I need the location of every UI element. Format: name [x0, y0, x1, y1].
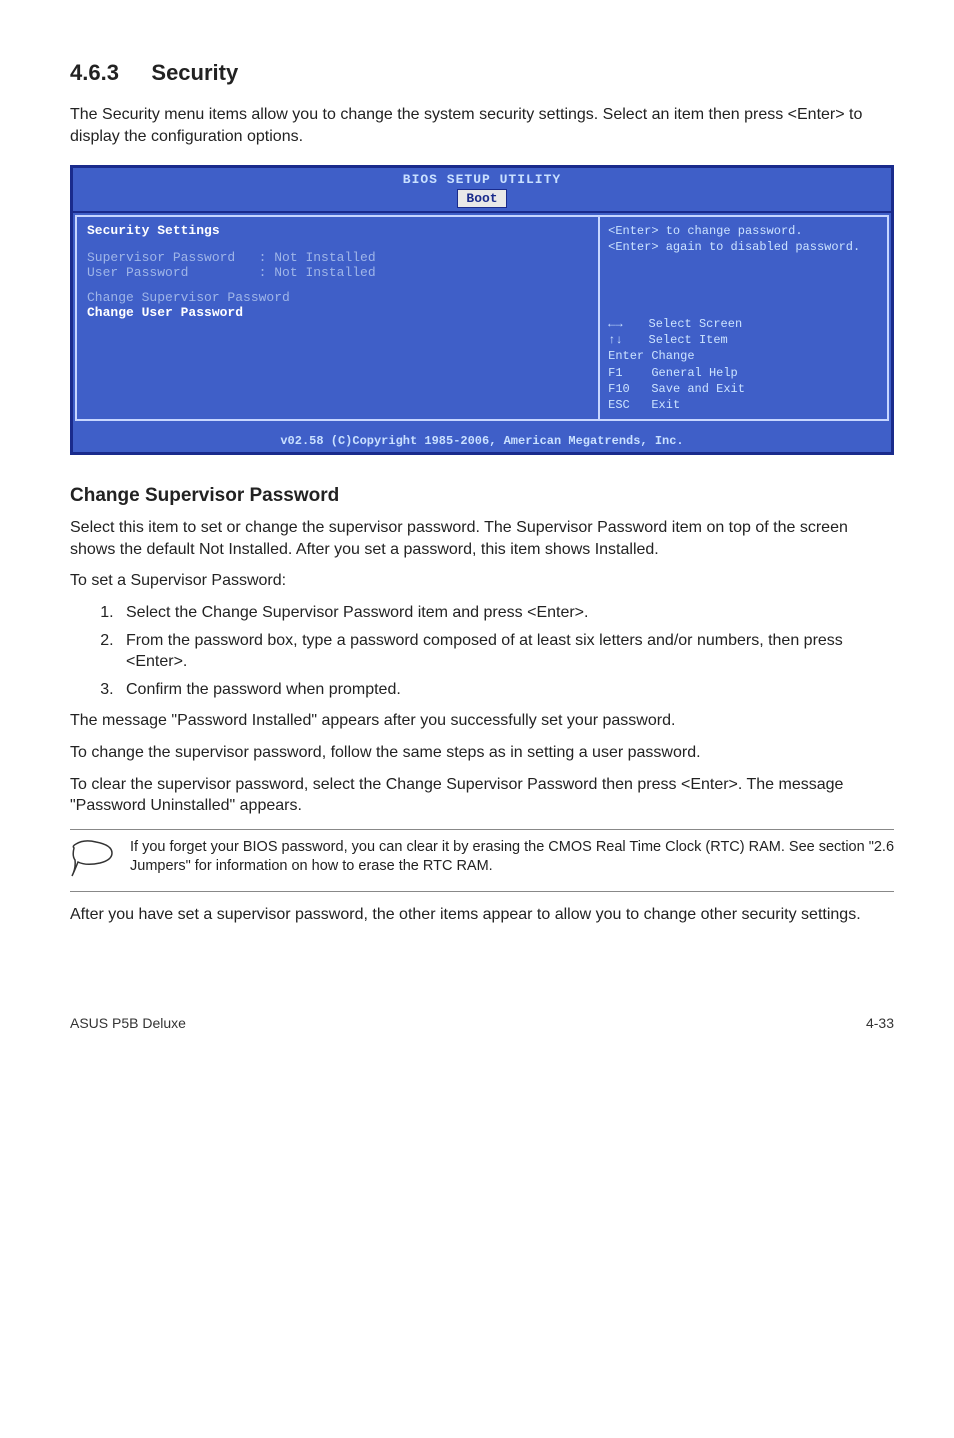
lead-paragraph: The Security menu items allow you to cha…	[70, 104, 894, 147]
note-block: If you forget your BIOS password, you ca…	[70, 829, 894, 892]
after-steps-paragraph: The message "Password Installed" appears…	[70, 710, 894, 732]
help-enter-key: Enter	[608, 349, 644, 363]
bios-supervisor-label: Supervisor Password	[87, 250, 235, 265]
section-number: 4.6.3	[70, 60, 119, 86]
help-select-item: Select Item	[649, 333, 728, 347]
bios-change-supervisor: Change Supervisor Password	[87, 290, 588, 305]
clear-paragraph: To clear the supervisor password, select…	[70, 774, 894, 817]
bios-row-user: User Password : Not Installed	[87, 265, 588, 280]
bios-settings-heading: Security Settings	[87, 223, 588, 238]
change-paragraph: To change the supervisor password, follo…	[70, 742, 894, 764]
help-enter: Change	[651, 349, 694, 363]
csp-paragraph-1: Select this item to set or change the su…	[70, 517, 894, 560]
bios-footer: v02.58 (C)Copyright 1985-2006, American …	[73, 434, 891, 448]
section-title: Security	[151, 60, 238, 86]
arrows-lr-icon: ←→	[608, 316, 634, 332]
bios-user-value: : Not Installed	[259, 265, 376, 280]
help-f1: General Help	[651, 366, 737, 380]
bios-tab-row: Boot	[73, 189, 891, 208]
change-supervisor-heading: Change Supervisor Password	[70, 485, 894, 507]
help-select-screen: Select Screen	[649, 317, 743, 331]
after-note-paragraph: After you have set a supervisor password…	[70, 904, 894, 926]
list-item: Confirm the password when prompted.	[118, 679, 894, 701]
page-footer: ASUS P5B Deluxe 4-33	[70, 1015, 894, 1031]
footer-left: ASUS P5B Deluxe	[70, 1015, 186, 1031]
bios-change-user: Change User Password	[87, 305, 588, 320]
csp-paragraph-2: To set a Supervisor Password:	[70, 570, 894, 592]
bios-row-supervisor: Supervisor Password : Not Installed	[87, 250, 588, 265]
help-f10-key: F10	[608, 382, 630, 396]
bios-right-pane: <Enter> to change password. <Enter> agai…	[598, 215, 889, 421]
bios-supervisor-value: : Not Installed	[259, 250, 376, 265]
bios-user-label: User Password	[87, 265, 188, 280]
bios-help-text: <Enter> to change password. <Enter> agai…	[608, 223, 879, 255]
help-f1-key: F1	[608, 366, 622, 380]
bios-tab-boot: Boot	[457, 189, 506, 208]
bios-left-pane: Security Settings Supervisor Password : …	[75, 215, 598, 421]
bios-screenshot: BIOS SETUP UTILITY Boot Security Setting…	[70, 165, 894, 455]
footer-right: 4-33	[866, 1015, 894, 1031]
help-esc-key: ESC	[608, 398, 630, 412]
arrows-ud-icon: ↑↓	[608, 332, 634, 348]
help-esc: Exit	[651, 398, 680, 412]
section-heading: 4.6.3 Security	[70, 60, 894, 86]
steps-list: Select the Change Supervisor Password it…	[70, 602, 894, 700]
list-item: From the password box, type a password c…	[118, 630, 894, 673]
help-f10: Save and Exit	[651, 382, 745, 396]
bios-title: BIOS SETUP UTILITY	[73, 168, 891, 187]
note-icon	[70, 838, 130, 883]
bios-help-keys: ←→ Select Screen ↑↓ Select Item Enter Ch…	[608, 316, 879, 413]
note-text: If you forget your BIOS password, you ca…	[130, 838, 894, 877]
list-item: Select the Change Supervisor Password it…	[118, 602, 894, 624]
